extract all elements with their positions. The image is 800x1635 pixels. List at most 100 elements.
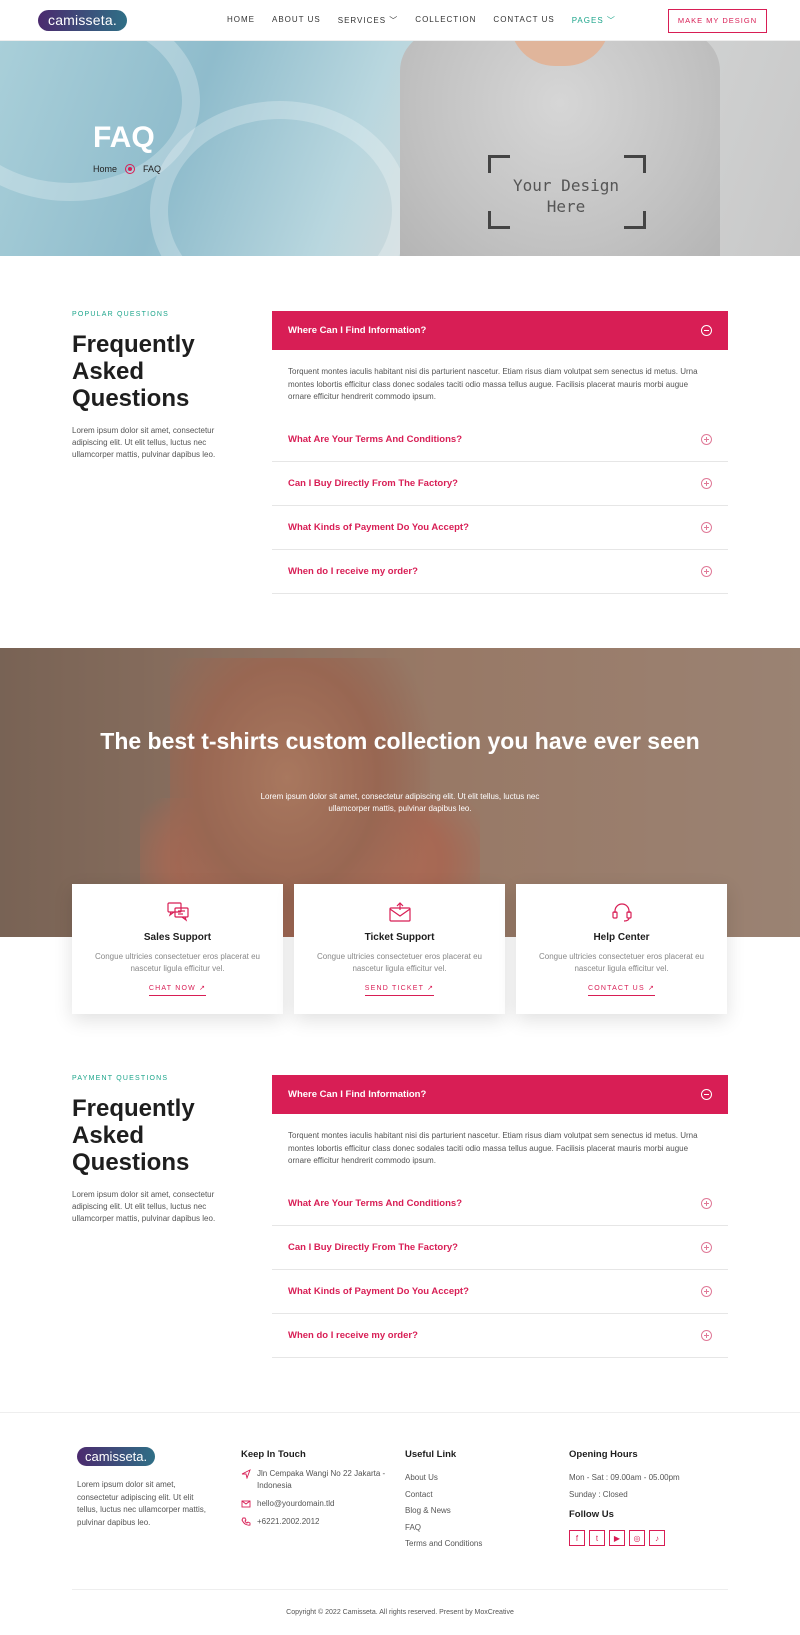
footer-heading: Opening Hours bbox=[569, 1449, 638, 1460]
footer-about: Lorem ipsum dolor sit amet, consectetur … bbox=[77, 1480, 206, 1527]
nav-pages-label: PAGES bbox=[571, 16, 604, 25]
accordion-question: What Kinds of Payment Do You Accept? bbox=[288, 521, 469, 533]
nav-contact-us[interactable]: CONTACT US bbox=[493, 15, 554, 26]
footer-link-terms[interactable]: Terms and Conditions bbox=[405, 1536, 545, 1553]
footer-heading: Keep In Touch bbox=[241, 1449, 306, 1460]
youtube-icon[interactable]: ▶ bbox=[609, 1530, 625, 1546]
plus-circle-icon bbox=[701, 1197, 712, 1209]
plus-circle-icon bbox=[701, 433, 712, 445]
social-links: f t ▶ ◎ ♪ bbox=[569, 1530, 729, 1546]
accordion-question: Where Can I Find Information? bbox=[288, 1089, 427, 1100]
hours-weekdays: Mon - Sat : 09.00am - 05.00pm bbox=[569, 1473, 680, 1482]
instagram-icon[interactable]: ◎ bbox=[629, 1530, 645, 1546]
chat-now-link[interactable]: CHAT NOW ↗ bbox=[148, 984, 207, 996]
accordion-question: Where Can I Find Information? bbox=[288, 325, 427, 336]
faq-accordion: Where Can I Find Information? Torquent m… bbox=[272, 1075, 728, 1358]
plus-circle-icon bbox=[701, 1285, 712, 1297]
accordion-question: Can I Buy Directly From The Factory? bbox=[288, 1241, 458, 1253]
plus-circle-icon bbox=[701, 521, 712, 533]
accordion-item[interactable]: What Kinds of Payment Do You Accept? bbox=[272, 1270, 728, 1314]
card-text: Congue ultricies consectetuer eros place… bbox=[539, 952, 704, 973]
tiktok-icon[interactable]: ♪ bbox=[649, 1530, 665, 1546]
section-eyebrow: POPULAR QUESTIONS bbox=[72, 311, 170, 318]
email-text: hello@yourdomain.tld bbox=[257, 1499, 335, 1508]
accordion-question: What Kinds of Payment Do You Accept? bbox=[288, 1285, 469, 1297]
footer-link-contact[interactable]: Contact bbox=[405, 1487, 545, 1504]
banner-subtitle: Lorem ipsum dolor sit amet, consectetur … bbox=[260, 792, 540, 813]
footer-link-faq[interactable]: FAQ bbox=[405, 1520, 545, 1537]
section-heading: Frequently Asked Questions bbox=[72, 1095, 195, 1176]
footer-link-about-us[interactable]: About Us bbox=[405, 1470, 545, 1487]
envelope-icon bbox=[294, 902, 505, 924]
contact-us-link[interactable]: CONTACT US ↗ bbox=[587, 984, 656, 996]
footer-contact-column: Keep In Touch Jln Cempaka Wangi No 22 Ja… bbox=[241, 1449, 391, 1528]
section-heading: Frequently Asked Questions bbox=[72, 331, 195, 412]
section-description: Lorem ipsum dolor sit amet, consectetur … bbox=[72, 426, 216, 459]
footer-hours-column: Opening Hours Mon - Sat : 09.00am - 05.0… bbox=[569, 1449, 729, 1546]
contact-list: Jln Cempaka Wangi No 22 Jakarta - Indone… bbox=[241, 1468, 391, 1528]
accordion-question: When do I receive my order? bbox=[288, 565, 418, 577]
card-title: Ticket Support bbox=[364, 932, 435, 943]
footer-link-blog-news[interactable]: Blog & News bbox=[405, 1503, 545, 1520]
accordion-question: What Are Your Terms And Conditions? bbox=[288, 1197, 462, 1209]
support-card-help: Help Center Congue ultricies consectetue… bbox=[516, 884, 727, 1014]
nav-home[interactable]: HOME bbox=[227, 15, 255, 26]
chat-bubbles-icon bbox=[72, 902, 283, 924]
contact-address: Jln Cempaka Wangi No 22 Jakarta - Indone… bbox=[241, 1468, 391, 1492]
mail-icon bbox=[241, 1500, 251, 1508]
plus-circle-icon bbox=[701, 1329, 712, 1341]
accordion-item[interactable]: When do I receive my order? bbox=[272, 550, 728, 594]
accordion-item[interactable]: When do I receive my order? bbox=[272, 1314, 728, 1358]
nav-about-us[interactable]: ABOUT US bbox=[272, 15, 321, 26]
plus-circle-icon bbox=[701, 1241, 712, 1253]
frame-corner bbox=[624, 155, 646, 173]
breadcrumb-current: FAQ bbox=[143, 164, 162, 174]
nav-pages[interactable]: PAGES ﹀ bbox=[572, 15, 616, 26]
contact-email[interactable]: hello@yourdomain.tld bbox=[241, 1498, 391, 1510]
site-footer: camisseta. Lorem ipsum dolor sit amet, c… bbox=[0, 1412, 800, 1635]
accordion-item[interactable]: What Are Your Terms And Conditions? bbox=[272, 1182, 728, 1226]
breadcrumb-home[interactable]: Home bbox=[93, 164, 117, 174]
banner-title: The best t-shirts custom collection you … bbox=[100, 728, 700, 754]
contact-phone[interactable]: +6221.2002.2012 bbox=[241, 1516, 391, 1528]
accordion-item[interactable]: Can I Buy Directly From The Factory? bbox=[272, 1226, 728, 1270]
facebook-icon[interactable]: f bbox=[569, 1530, 585, 1546]
support-card-sales: Sales Support Congue ultricies consectet… bbox=[72, 884, 283, 1014]
accordion-item[interactable]: Can I Buy Directly From The Factory? bbox=[272, 462, 728, 506]
accordion-item-open[interactable]: Where Can I Find Information? bbox=[272, 1075, 728, 1114]
accordion-item-open[interactable]: Where Can I Find Information? bbox=[272, 311, 728, 350]
section-eyebrow: PAYMENT QUESTIONS bbox=[72, 1075, 169, 1082]
breadcrumb-separator-icon bbox=[125, 164, 136, 174]
card-text: Congue ultricies consectetuer eros place… bbox=[95, 952, 260, 973]
footer-heading: Follow Us bbox=[569, 1509, 614, 1520]
brand-logo[interactable]: camisseta. bbox=[38, 10, 127, 31]
footer-divider bbox=[72, 1589, 728, 1590]
card-title: Help Center bbox=[593, 932, 650, 943]
phone-text: +6221.2002.2012 bbox=[257, 1517, 320, 1526]
footer-heading: Useful Link bbox=[405, 1449, 457, 1460]
accordion-item[interactable]: What Kinds of Payment Do You Accept? bbox=[272, 506, 728, 550]
twitter-icon[interactable]: t bbox=[589, 1530, 605, 1546]
plus-circle-icon bbox=[701, 477, 712, 489]
accordion-item[interactable]: What Are Your Terms And Conditions? bbox=[272, 418, 728, 462]
hours-sunday: Sunday : Closed bbox=[569, 1489, 628, 1499]
headset-icon bbox=[516, 902, 727, 924]
main-menu: HOME ABOUT US SERVICES ﹀ COLLECTION CONT… bbox=[227, 15, 633, 26]
nav-collection[interactable]: COLLECTION bbox=[415, 15, 476, 26]
chevron-down-icon: ﹀ bbox=[606, 16, 616, 25]
section-description: Lorem ipsum dolor sit amet, consectetur … bbox=[72, 1190, 216, 1223]
plus-circle-icon bbox=[701, 565, 712, 577]
send-ticket-link[interactable]: SEND TICKET ↗ bbox=[364, 984, 435, 996]
make-my-design-button[interactable]: MAKE MY DESIGN bbox=[668, 9, 767, 33]
nav-services[interactable]: SERVICES ﹀ bbox=[338, 15, 399, 26]
faq-accordion: Where Can I Find Information? Torquent m… bbox=[272, 311, 728, 594]
accordion-answer: Torquent montes iaculis habitant nisi di… bbox=[288, 1131, 698, 1165]
card-text: Congue ultricies consectetuer eros place… bbox=[317, 952, 482, 973]
send-icon bbox=[241, 1469, 251, 1479]
nav-services-label: SERVICES bbox=[337, 16, 387, 25]
footer-links-column: Useful Link About Us Contact Blog & News… bbox=[405, 1449, 545, 1553]
useful-links: About Us Contact Blog & News FAQ Terms a… bbox=[405, 1470, 545, 1553]
footer-logo[interactable]: camisseta. bbox=[77, 1447, 156, 1466]
opening-hours-list: Mon - Sat : 09.00am - 05.00pm Sunday : C… bbox=[569, 1470, 729, 1503]
accordion-question: When do I receive my order? bbox=[288, 1329, 418, 1341]
